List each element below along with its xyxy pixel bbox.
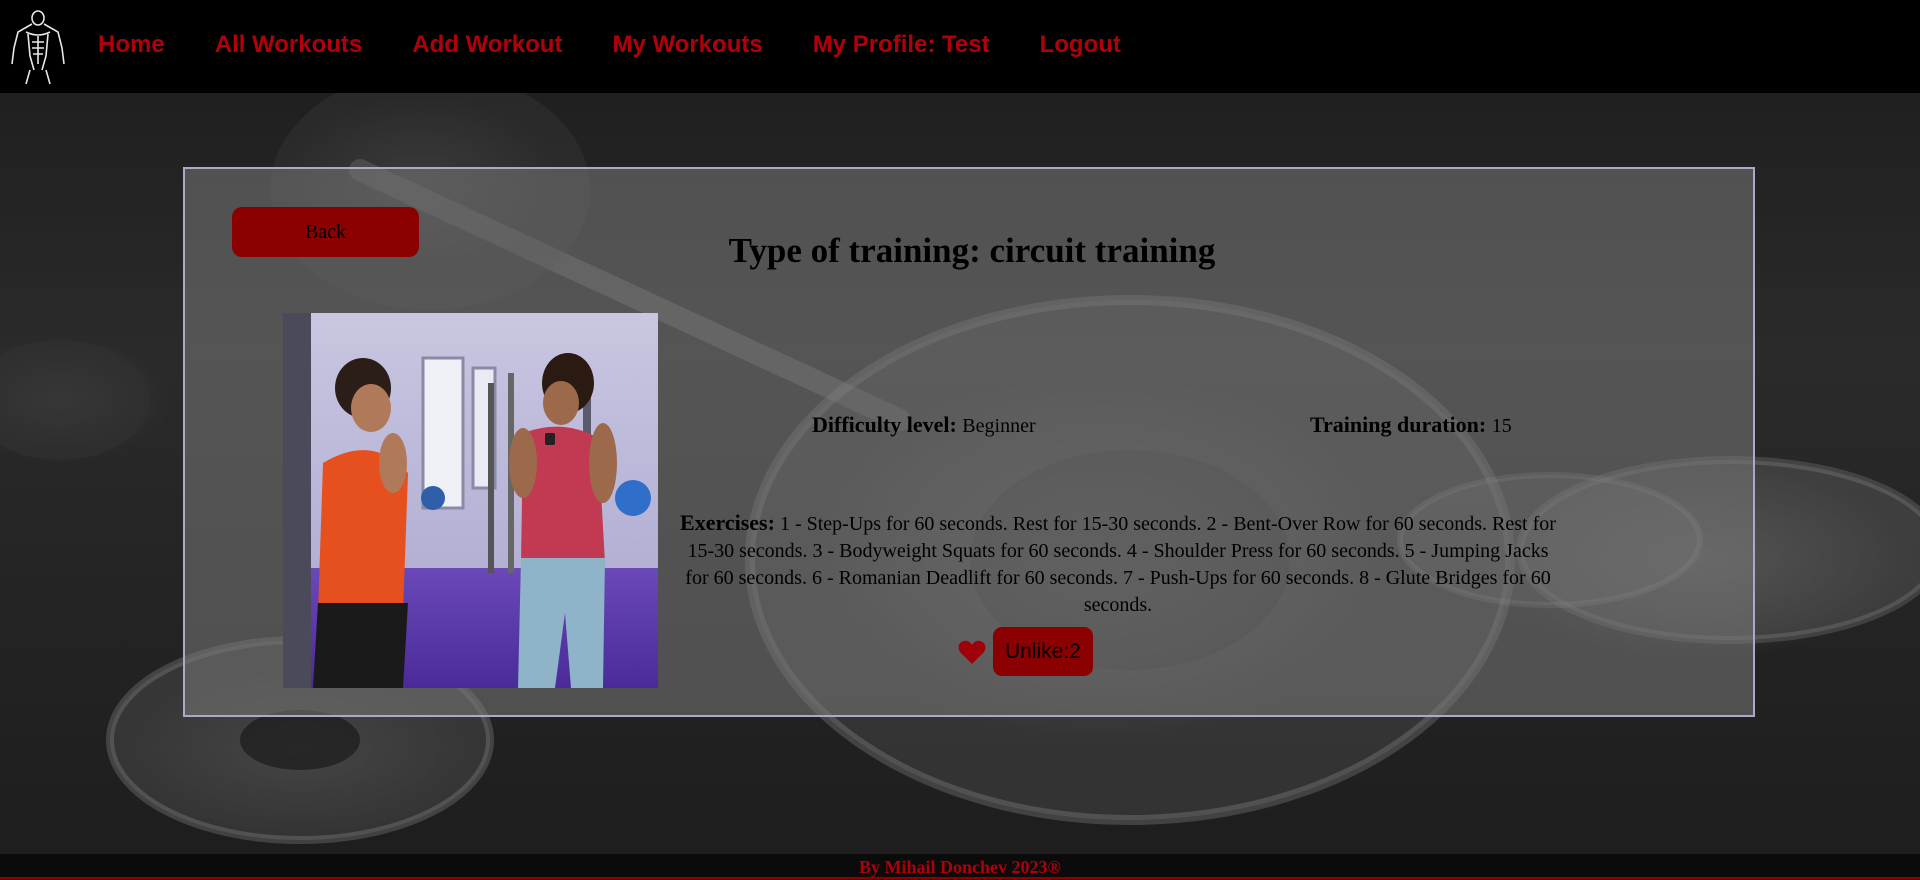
difficulty-label: Difficulty level:	[812, 412, 957, 437]
top-navbar: Home All Workouts Add Workout My Workout…	[0, 0, 1920, 93]
nav-link-all-workouts[interactable]: All Workouts	[215, 31, 363, 59]
heart-icon	[958, 640, 986, 664]
unlike-button[interactable]: Unlike:2	[993, 627, 1093, 676]
duration-label: Training duration:	[1310, 412, 1487, 437]
difficulty-value: Beginner	[962, 415, 1036, 437]
nav-link-home[interactable]: Home	[98, 31, 165, 59]
training-type-title: Type of training: circuit training	[728, 231, 1216, 270]
workout-photo	[283, 313, 658, 688]
page-title: Type of training: circuit training	[185, 231, 1755, 271]
nav-links: Home All Workouts Add Workout My Workout…	[98, 31, 1171, 61]
like-controls: Unlike:2	[958, 627, 1093, 676]
nav-link-my-workouts[interactable]: My Workouts	[612, 31, 762, 59]
workout-details-card: Back Type of training: circuit training	[183, 167, 1755, 717]
training-duration: Training duration: 15	[1310, 412, 1512, 438]
nav-link-logout[interactable]: Logout	[1040, 31, 1121, 59]
duration-value: 15	[1491, 415, 1512, 437]
nav-link-my-profile[interactable]: My Profile: Test	[813, 31, 990, 59]
difficulty-level: Difficulty level: Beginner	[812, 412, 1036, 438]
nav-link-add-workout[interactable]: Add Workout	[412, 31, 562, 59]
bodybuilder-logo-icon[interactable]	[8, 8, 68, 86]
footer-credit: By Mihail Donchev 2023®	[859, 857, 1061, 877]
exercises-label: Exercises:	[680, 510, 775, 535]
exercises-value: 1 - Step-Ups for 60 seconds. Rest for 15…	[685, 513, 1556, 616]
footer-divider	[0, 877, 1920, 879]
exercises-description: Exercises: 1 - Step-Ups for 60 seconds. …	[678, 509, 1558, 619]
